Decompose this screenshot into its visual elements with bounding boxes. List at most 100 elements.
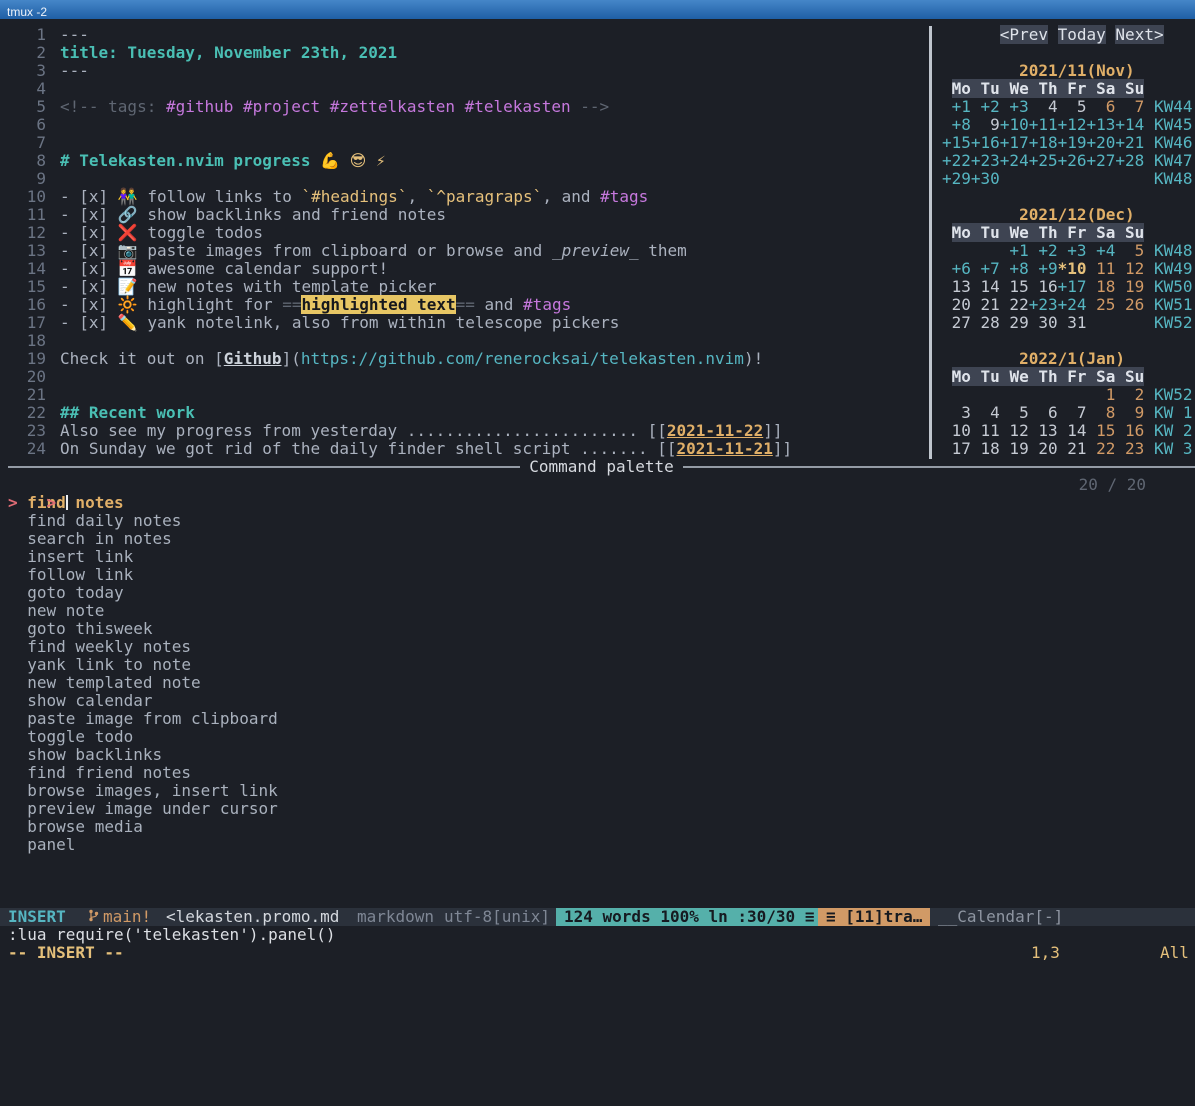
segment-tag[interactable]: #telekasten [465, 97, 571, 116]
calendar-row[interactable]: +1 +2 +3 4 5 6 7 KW44 [942, 98, 1192, 116]
segment-sp [1144, 277, 1154, 296]
segment-sp [942, 205, 1019, 224]
palette-item[interactable]: new note [8, 602, 1195, 620]
segment-item: show backlinks [27, 745, 162, 764]
palette-item[interactable]: browse media [8, 818, 1195, 836]
segment-cal-day: 3 4 5 6 7 [942, 403, 1087, 422]
calendar-row[interactable]: +15+16+17+18+19+20+21 KW46 [942, 134, 1192, 152]
palette-item[interactable]: show backlinks [8, 746, 1195, 764]
palette-item[interactable]: yank link to note [8, 656, 1195, 674]
segment-kw: KW48 [1154, 169, 1193, 188]
line-number: 6 [8, 116, 46, 134]
palette-item[interactable]: goto thisweek [8, 620, 1195, 638]
segment-sp [8, 619, 27, 638]
segment-fg: --- [60, 61, 89, 80]
git-branch-icon [88, 908, 99, 926]
calendar-row[interactable]: +6 +7 +8 +9*10 11 12 KW49 [942, 260, 1192, 278]
calendar-row[interactable]: 13 14 15 16+17 18 19 KW50 [942, 278, 1192, 296]
segment-code: `#headings` [301, 187, 407, 206]
calendar-row[interactable]: +1 +2 +3 +4 5 KW48 [942, 242, 1192, 260]
filename: <lekasten.promo.md [166, 908, 339, 926]
segment-item: goto thisweek [27, 619, 152, 638]
tab-segment[interactable]: ≡ [11]tra… [818, 908, 930, 926]
segment-dim: <!-- tags: [60, 97, 166, 116]
calendar-row[interactable] [942, 188, 1192, 206]
calendar-row[interactable]: Mo Tu We Th Fr Sa Su [942, 224, 1192, 242]
segment-cal-day: 9 [971, 115, 1000, 134]
segment-kw: KW49 [1154, 259, 1193, 278]
segment-code: `^paragraps` [427, 187, 543, 206]
segment-item: paste image from clipboard [27, 709, 277, 728]
calendar-row[interactable]: +29+30 KW48 [942, 170, 1192, 188]
segment-url[interactable]: https://github.com/renerocksai/telekaste… [301, 349, 744, 368]
palette-item[interactable]: toggle todo [8, 728, 1195, 746]
command-line[interactable]: :lua require('telekasten').panel() [8, 926, 336, 944]
palette-item[interactable]: find friend notes [8, 764, 1195, 782]
segment-fg [320, 97, 330, 116]
calendar-row[interactable]: 2022/1(Jan) [942, 350, 1192, 368]
calendar-row[interactable]: +22+23+24+25+26+27+28 KW47 [942, 152, 1192, 170]
palette-prompt-row[interactable]: > 20 / 20 [8, 476, 1195, 494]
prompt-caret: > [47, 493, 66, 512]
segment-sp [942, 79, 952, 98]
segment-fg: , and [542, 187, 600, 206]
segment-fg: - [x] [60, 313, 118, 332]
segment-item: show calendar [27, 691, 152, 710]
palette-item[interactable]: panel [8, 836, 1195, 854]
segment-tag[interactable]: #tags [523, 295, 571, 314]
segment-ref[interactable]: Github [224, 349, 282, 368]
segment-sp [8, 799, 27, 818]
next-button[interactable]: Next> [1115, 25, 1163, 44]
palette-item[interactable]: search in notes [8, 530, 1195, 548]
palette-item[interactable]: preview image under cursor [8, 800, 1195, 818]
calendar-row[interactable]: Mo Tu We Th Fr Sa Su [942, 368, 1192, 386]
segment-sp [8, 547, 27, 566]
calendar-row[interactable] [942, 332, 1192, 350]
calendar-row[interactable]: 27 28 29 30 31 KW52 [942, 314, 1192, 332]
palette-item[interactable]: follow link [8, 566, 1195, 584]
emoji-icon: ❌ [118, 223, 138, 242]
today-button[interactable]: Today [1058, 25, 1106, 44]
palette-item[interactable]: > find notes [8, 494, 1195, 512]
palette-title: Command palette [529, 458, 674, 476]
calendar-row[interactable] [942, 44, 1192, 62]
segment-sp [1144, 133, 1154, 152]
prev-button[interactable]: <Prev [1000, 25, 1048, 44]
palette-item[interactable]: find daily notes [8, 512, 1195, 530]
palette-item[interactable]: goto today [8, 584, 1195, 602]
line-number: 13 [8, 242, 46, 260]
window-separator[interactable] [929, 26, 932, 459]
segment-tag[interactable]: #project [243, 97, 320, 116]
segment-fg: ]( [282, 349, 301, 368]
palette-item[interactable]: insert link [8, 548, 1195, 566]
segment-sp [8, 673, 27, 692]
line-number: 15 [8, 278, 46, 296]
segment-cal-day: 27 28 29 30 31 [942, 313, 1087, 332]
segment-link[interactable]: 2021-11-21 [677, 439, 773, 458]
palette-item[interactable]: find weekly notes [8, 638, 1195, 656]
segment-tag[interactable]: #zettelkasten [330, 97, 455, 116]
palette-item[interactable]: paste image from clipboard [8, 710, 1195, 728]
segment-cal-head: Mo Tu We Th Fr Sa Su [952, 79, 1145, 98]
calendar-row[interactable]: +8 9+10+11+12+13+14 KW45 [942, 116, 1192, 134]
segment-sp [1144, 295, 1154, 314]
calendar-row[interactable]: 20 21 22+23+24 25 26 KW51 [942, 296, 1192, 314]
segment-cal-plus: +23+24 [1029, 295, 1087, 314]
palette-results: > find notes find daily notes search in … [8, 494, 1195, 854]
palette-item[interactable]: new templated note [8, 674, 1195, 692]
calendar-row[interactable]: 2021/12(Dec) [942, 206, 1192, 224]
cursor-position: 1,3 [1031, 944, 1060, 962]
segment-link[interactable]: 2021-11-22 [667, 421, 763, 440]
calendar-row[interactable]: 3 4 5 6 7 8 9 KW 1 [942, 404, 1192, 422]
calendar-row[interactable]: 17 18 19 20 21 22 23 KW 3 [942, 440, 1192, 458]
calendar-row[interactable]: 2021/11(Nov) [942, 62, 1192, 80]
calendar-row[interactable]: 1 2 KW52 [942, 386, 1192, 404]
palette-item[interactable]: show calendar [8, 692, 1195, 710]
scroll-position: All [1160, 944, 1189, 962]
segment-tag[interactable]: #tags [600, 187, 648, 206]
segment-fg: - [x] [60, 223, 118, 242]
calendar-row[interactable]: Mo Tu We Th Fr Sa Su [942, 80, 1192, 98]
segment-tag[interactable]: #github [166, 97, 233, 116]
calendar-row[interactable]: 10 11 12 13 14 15 16 KW 2 [942, 422, 1192, 440]
palette-item[interactable]: browse images, insert link [8, 782, 1195, 800]
